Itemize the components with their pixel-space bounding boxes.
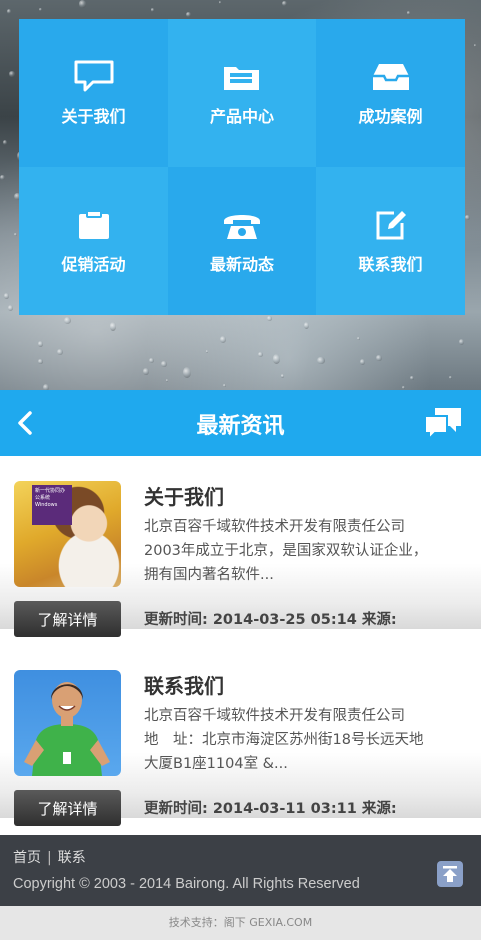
menu-tile-promotions[interactable]: 促销活动 bbox=[19, 167, 168, 315]
rain-drop bbox=[39, 8, 43, 12]
news-title[interactable]: 关于我们 bbox=[144, 481, 464, 513]
rain-drop bbox=[165, 379, 169, 382]
footer: 首页 | 联系 Copyright © 2003 - 2014 Bairong. A… bbox=[0, 835, 481, 906]
thumbnail-caption: 新一代协同办公系统 bbox=[35, 488, 66, 501]
rain-drop bbox=[473, 44, 477, 48]
footer-link-home[interactable]: 首页 bbox=[13, 850, 41, 866]
rain-drop bbox=[205, 349, 209, 353]
back-to-top-icon[interactable] bbox=[437, 861, 463, 887]
menu-tile-label: 最新动态 bbox=[209, 255, 274, 274]
rain-drop bbox=[78, 0, 87, 8]
rain-drop bbox=[267, 316, 272, 322]
news-desc-line: 拥有国内著名软件... bbox=[144, 567, 274, 583]
menu-tile-products[interactable]: 产品中心 bbox=[168, 19, 316, 167]
rain-drop bbox=[376, 354, 382, 362]
menu-tile-contact[interactable]: 联系我们 bbox=[316, 167, 465, 315]
news-desc-line: 地 址：北京市海淀区苏州街18号长远天地 bbox=[144, 732, 424, 748]
rain-drop bbox=[356, 337, 360, 340]
tech-support-bar: 技术支持：阁下 GEXIA.COM bbox=[0, 906, 481, 940]
news-text: 联系我们 北京百容千域软件技术开发有限责任公司 地 址：北京市海淀区苏州街18号… bbox=[144, 670, 464, 776]
menu-tile-about[interactable]: 关于我们 bbox=[19, 19, 168, 167]
news-item: 新一代协同办公系统 Windows 关于我们 北京百容千域软件技术开发有限责任公… bbox=[0, 457, 481, 637]
telephone-icon bbox=[220, 207, 264, 243]
news-desc-line: 大厦B1座1104室 &... bbox=[144, 756, 288, 772]
hero-banner: 关于我们 产品中心 成功案例 促销活动 最新动态 联系我们 bbox=[0, 0, 481, 390]
inbox-tray-icon bbox=[369, 59, 413, 95]
rain-drop bbox=[464, 215, 471, 221]
page-header: 最新资讯 bbox=[0, 390, 481, 456]
folder-icon bbox=[220, 59, 264, 95]
rain-drop bbox=[4, 293, 10, 300]
menu-tile-label: 促销活动 bbox=[61, 255, 126, 274]
clipboard-icon bbox=[72, 207, 116, 243]
rain-drop bbox=[3, 139, 8, 145]
rain-drop bbox=[220, 335, 227, 343]
rain-drop bbox=[282, 1, 288, 7]
footer-separator: | bbox=[47, 850, 52, 866]
news-item: 联系我们 北京百容千域软件技术开发有限责任公司 地 址：北京市海淀区苏州街18号… bbox=[0, 646, 481, 826]
menu-tile-label: 产品中心 bbox=[209, 107, 274, 126]
news-thumbnail bbox=[14, 670, 121, 776]
news-desc-line: 北京百容千域软件技术开发有限责任公司 bbox=[144, 708, 405, 724]
person-figure bbox=[24, 682, 110, 776]
chat-bubbles-icon[interactable] bbox=[423, 406, 463, 442]
rain-drop bbox=[57, 348, 64, 355]
rain-drop bbox=[109, 322, 117, 331]
menu-tile-label: 关于我们 bbox=[61, 107, 126, 126]
rain-drop bbox=[281, 374, 285, 378]
rain-drop bbox=[410, 375, 415, 381]
news-meta: 更新时间: 2014-03-11 03:11 来源: bbox=[144, 801, 397, 817]
rain-drop bbox=[142, 368, 150, 375]
rain-drop bbox=[0, 174, 5, 180]
rain-drop bbox=[150, 8, 154, 13]
footer-link-contact[interactable]: 联系 bbox=[58, 850, 86, 866]
rain-drop bbox=[219, 1, 222, 4]
rain-drop bbox=[14, 232, 18, 237]
edit-icon bbox=[369, 207, 413, 243]
menu-tile-cases[interactable]: 成功案例 bbox=[316, 19, 465, 167]
details-button[interactable]: 了解详情 bbox=[14, 790, 121, 826]
rain-drop bbox=[161, 360, 167, 368]
rain-drop bbox=[303, 321, 310, 330]
rain-drop bbox=[148, 357, 154, 363]
news-desc-line: 2003年成立于北京，是国家双软认证企业， bbox=[144, 543, 428, 559]
thumbnail-badge: 新一代协同办公系统 Windows bbox=[32, 485, 72, 525]
page-title: 最新资讯 bbox=[196, 414, 285, 439]
rain-drop bbox=[6, 9, 11, 15]
menu-tile-label: 成功案例 bbox=[358, 107, 423, 126]
rain-drop bbox=[38, 359, 43, 364]
menu-tile-news[interactable]: 最新动态 bbox=[168, 167, 316, 315]
rain-drop bbox=[186, 12, 192, 18]
rain-drop bbox=[37, 341, 43, 347]
rain-drop bbox=[63, 316, 71, 324]
rain-drop bbox=[317, 356, 325, 365]
rain-drop bbox=[448, 376, 453, 380]
rain-drop bbox=[406, 11, 410, 15]
rain-drop bbox=[258, 351, 264, 357]
details-button[interactable]: 了解详情 bbox=[14, 601, 121, 637]
news-desc-line: 北京百容千域软件技术开发有限责任公司 bbox=[144, 519, 405, 535]
rain-drop bbox=[402, 385, 406, 389]
news-thumbnail: 新一代协同办公系统 Windows bbox=[14, 481, 121, 587]
speech-bubble-icon bbox=[72, 59, 116, 95]
rain-drop bbox=[459, 339, 465, 346]
news-title[interactable]: 联系我们 bbox=[144, 670, 464, 702]
rain-drop bbox=[7, 305, 14, 311]
rain-drop bbox=[223, 384, 226, 387]
thumbnail-subcaption: Windows bbox=[35, 502, 58, 508]
rain-drop bbox=[8, 70, 16, 77]
rain-drop bbox=[272, 354, 281, 364]
rain-drop bbox=[182, 367, 191, 378]
footer-links: 首页 | 联系 bbox=[13, 847, 86, 867]
menu-tile-label: 联系我们 bbox=[358, 255, 423, 274]
copyright-text: Copyright © 2003 - 2014 Bairong. All Rig… bbox=[13, 876, 360, 892]
rain-drop bbox=[360, 358, 365, 365]
menu-grid: 关于我们 产品中心 成功案例 促销活动 最新动态 联系我们 bbox=[19, 19, 465, 315]
news-meta: 更新时间: 2014-03-25 05:14 来源: bbox=[144, 612, 397, 628]
news-text: 关于我们 北京百容千域软件技术开发有限责任公司 2003年成立于北京，是国家双软… bbox=[144, 481, 464, 587]
